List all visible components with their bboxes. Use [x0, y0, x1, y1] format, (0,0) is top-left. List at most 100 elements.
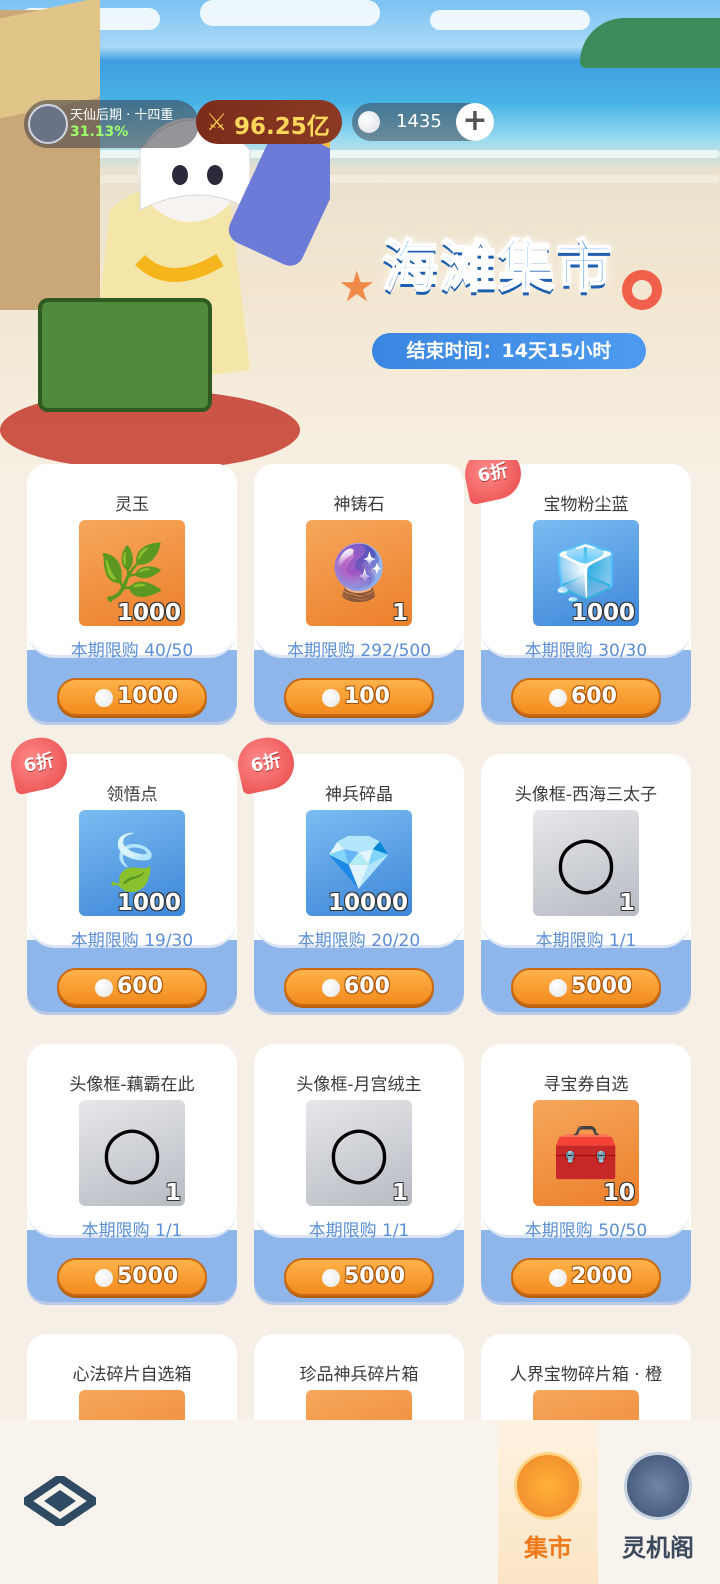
shop-item-card[interactable]: 6折 宝物粉尘蓝 🧊 1000 本期限购 30/30 600	[460, 460, 691, 722]
pearl-icon	[322, 979, 340, 997]
item-price: 5000	[571, 974, 633, 999]
item-quantity: 1	[618, 890, 635, 916]
item-image[interactable]: 🧰 10	[533, 1100, 639, 1206]
realm-avatar	[28, 104, 68, 144]
item-title: 领悟点	[106, 785, 158, 805]
item-image[interactable]: 🍃 1000	[79, 810, 185, 916]
pearl-icon	[322, 1269, 340, 1287]
purchase-limit: 本期限购 20/20	[297, 931, 421, 951]
shop-item-card[interactable]: 6折 神兵碎晶 💎 10000 本期限购 20/20 600	[233, 732, 464, 1012]
item-image[interactable]: 💎 10000	[306, 810, 412, 916]
shop-item-card[interactable]: 珍品神兵碎片箱	[254, 1334, 464, 1420]
item-icon: ◯	[101, 1121, 163, 1184]
item-image[interactable]: ◯ 1	[533, 810, 639, 916]
item-image[interactable]: 🧊 1000	[533, 520, 639, 626]
pearl-icon	[549, 1269, 567, 1287]
item-icon: ◯	[555, 831, 617, 894]
item-quantity: 10000	[327, 890, 408, 916]
purchase-limit: 本期限购 19/30	[70, 931, 194, 951]
item-price: 1000	[117, 684, 179, 709]
buy-button[interactable]: 600	[511, 678, 661, 716]
pearl-icon	[549, 689, 567, 707]
item-price: 5000	[117, 1264, 179, 1289]
combat-power[interactable]: ⚔ 96.25亿	[196, 100, 342, 144]
cloud-decoration	[430, 10, 590, 30]
event-banner: 天仙后期 · 十四重 31.13% ⚔ 96.25亿 1435 + ★ 海滩集市…	[0, 0, 720, 470]
purchase-limit: 本期限购 40/50	[70, 641, 194, 661]
shop-item-card[interactable]: 6折 领悟点 🍃 1000 本期限购 19/30 600	[6, 732, 237, 1012]
home-menu-icon[interactable]	[24, 1476, 96, 1526]
tab-market-label: 集市	[524, 1534, 572, 1562]
pearl-count: 1435	[396, 111, 442, 132]
purchase-limit: 本期限购 292/500	[286, 641, 432, 661]
item-image[interactable]: 🔮 1	[306, 520, 412, 626]
item-price: 600	[344, 974, 390, 999]
shop-item-card[interactable]: 头像框-西海三太子 ◯ 1 本期限购 1/1 5000	[481, 754, 691, 1012]
item-icon: 💎	[325, 831, 393, 894]
buy-button[interactable]: 100	[284, 678, 434, 716]
buy-button[interactable]: 600	[284, 968, 434, 1006]
item-icon: 🧰	[552, 1121, 620, 1184]
item-icon: ◯	[328, 1121, 390, 1184]
buy-button[interactable]: 5000	[57, 1258, 207, 1296]
item-quantity: 10	[602, 1180, 635, 1206]
buy-button[interactable]: 1000	[57, 678, 207, 716]
event-title: 海滩集市	[381, 234, 614, 301]
item-quantity: 1	[391, 1180, 408, 1206]
item-title: 头像框-藕霸在此	[69, 1075, 195, 1095]
item-icon: 🔮	[325, 541, 393, 604]
cloud-decoration	[200, 0, 380, 26]
item-price: 5000	[344, 1264, 406, 1289]
item-title: 人界宝物碎片箱 · 橙	[509, 1365, 663, 1385]
shop-item-card[interactable]: 神铸石 🔮 1 本期限购 292/500 100	[254, 464, 464, 722]
pearl-icon	[358, 111, 380, 133]
item-quantity: 1000	[116, 600, 181, 626]
item-title: 珍品神兵碎片箱	[299, 1365, 419, 1385]
item-image[interactable]	[306, 1390, 412, 1420]
item-image[interactable]: 🌿 1000	[79, 520, 185, 626]
market-icon	[514, 1452, 582, 1520]
purchase-limit: 本期限购 50/50	[524, 1221, 648, 1241]
combat-power-value: 96.25亿	[234, 114, 330, 140]
tab-market[interactable]: 集市	[498, 1420, 598, 1584]
item-icon: 🍃	[98, 831, 166, 894]
buy-button[interactable]: 5000	[511, 968, 661, 1006]
item-title: 宝物粉尘蓝	[543, 495, 629, 515]
pearl-icon	[95, 1269, 113, 1287]
event-end-time: 结束时间：14天15小时	[372, 333, 646, 369]
item-image[interactable]	[79, 1390, 185, 1420]
life-buoy-icon	[622, 270, 662, 310]
purchase-limit: 本期限购 1/1	[308, 1221, 410, 1241]
realm-status[interactable]: 天仙后期 · 十四重 31.13%	[24, 100, 199, 148]
item-price: 600	[117, 974, 163, 999]
add-currency-button[interactable]: +	[456, 103, 494, 141]
shop-item-card[interactable]: 头像框-月宫绒主 ◯ 1 本期限购 1/1 5000	[254, 1044, 464, 1302]
shop-item-card[interactable]: 头像框-藕霸在此 ◯ 1 本期限购 1/1 5000	[27, 1044, 237, 1302]
shop-item-card[interactable]: 人界宝物碎片箱 · 橙	[481, 1334, 691, 1420]
buy-button[interactable]: 2000	[511, 1258, 661, 1296]
item-title: 头像框-西海三太子	[514, 785, 658, 805]
item-quantity: 1	[391, 600, 408, 626]
pearl-icon	[549, 979, 567, 997]
item-image[interactable]: ◯ 1	[306, 1100, 412, 1206]
pearl-icon	[322, 689, 340, 707]
shop-item-card[interactable]: 寻宝券自选 🧰 10 本期限购 50/50 2000	[481, 1044, 691, 1302]
item-title: 头像框-月宫绒主	[296, 1075, 422, 1095]
shop-item-card[interactable]: 心法碎片自选箱	[27, 1334, 237, 1420]
island-decoration	[580, 18, 720, 68]
purchase-limit: 本期限购 1/1	[535, 931, 637, 951]
item-icon: 🧊	[552, 541, 620, 604]
item-image[interactable]	[533, 1390, 639, 1420]
shop-item-card[interactable]: 灵玉 🌿 1000 本期限购 40/50 1000	[27, 464, 237, 722]
pavilion-icon	[624, 1452, 692, 1520]
crossed-swords-icon: ⚔	[206, 108, 228, 136]
tab-pavilion[interactable]: 灵机阁	[608, 1420, 708, 1584]
item-image[interactable]: ◯ 1	[79, 1100, 185, 1206]
shop-grid: 灵玉 🌿 1000 本期限购 40/50 1000 神铸石 🔮 1 本期限购 292/500 10…	[0, 460, 720, 1420]
buy-button[interactable]: 5000	[284, 1258, 434, 1296]
realm-name: 天仙后期 · 十四重	[70, 108, 174, 123]
buy-button[interactable]: 600	[57, 968, 207, 1006]
starfish-icon: ★	[338, 262, 376, 311]
item-title: 寻宝券自选	[543, 1075, 629, 1095]
item-quantity: 1	[164, 1180, 181, 1206]
